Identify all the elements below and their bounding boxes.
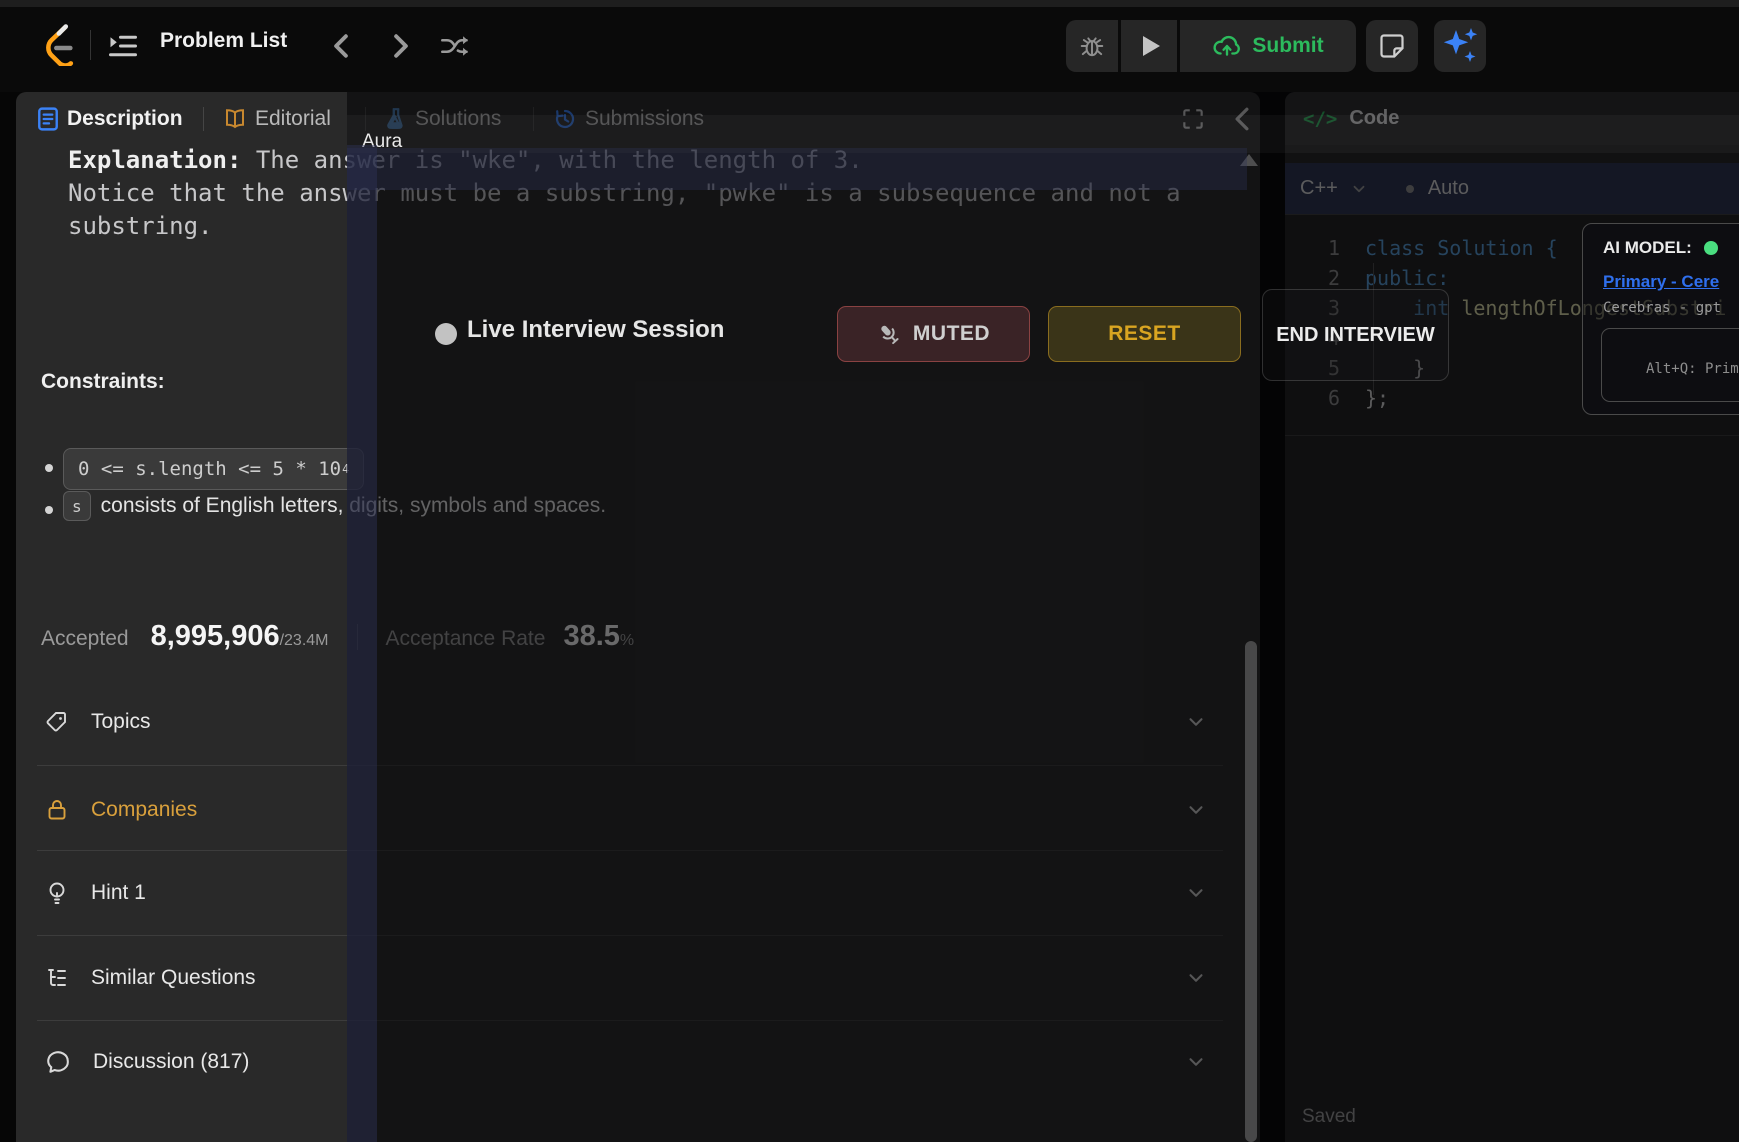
random-question-icon[interactable] xyxy=(436,27,474,65)
live-session-label: Live Interview Session xyxy=(467,316,724,344)
accordion-hint-1-label: Hint 1 xyxy=(91,881,146,905)
sparkles-icon xyxy=(1434,20,1486,72)
ai-status-dot xyxy=(1704,241,1718,255)
muted-label: MUTED xyxy=(913,322,990,346)
submit-button[interactable]: Submit xyxy=(1180,20,1356,72)
tab-editorial[interactable]: Editorial xyxy=(223,92,331,145)
bug-icon xyxy=(1079,33,1105,59)
problem-list-button[interactable]: Problem List xyxy=(160,29,287,53)
constraint1-text: 0 <= s.length <= 5 * 10 xyxy=(78,458,341,480)
sticky-note-icon xyxy=(1378,32,1406,60)
accordion-topics-label: Topics xyxy=(91,710,151,734)
tab-separator xyxy=(203,107,204,131)
editorial-book-icon xyxy=(223,108,247,130)
session-status-dot xyxy=(435,323,457,345)
speech-bubble-icon xyxy=(45,1050,71,1074)
prev-question-icon[interactable] xyxy=(322,27,360,65)
accordion-companies-label: Companies xyxy=(91,798,197,822)
debug-button[interactable] xyxy=(1066,20,1118,72)
description-icon xyxy=(37,107,59,131)
ai-hotkey-box: Alt+Q: Prim xyxy=(1601,328,1739,402)
constraint2-code-chip: s xyxy=(63,491,91,521)
ai-hotkey-text: Alt+Q: Prim xyxy=(1646,361,1739,377)
bullet-dot xyxy=(45,464,53,472)
topbar-divider xyxy=(90,30,91,60)
aura-interview-overlay: Aura Live Interview Session MUTED RESET … xyxy=(347,92,1739,1142)
accepted-label: Accepted xyxy=(41,627,129,651)
accordion-similar-questions-label: Similar Questions xyxy=(91,966,256,990)
top-navigation-bar: Problem List xyxy=(0,0,1739,92)
bullet-dot xyxy=(45,506,53,514)
submit-label: Submit xyxy=(1252,34,1323,58)
leetcode-window: Problem List xyxy=(0,0,1739,1142)
list-tree-icon xyxy=(45,966,69,990)
explanation-prefix: Explanation: xyxy=(68,146,241,174)
ai-model-header: AI MODEL: xyxy=(1603,238,1718,258)
lightbulb-icon xyxy=(45,880,69,906)
end-interview-label: END INTERVIEW xyxy=(1276,322,1435,349)
constraints-heading: Constraints: xyxy=(41,370,165,394)
tag-icon xyxy=(45,710,69,734)
overlay-highlight-strip xyxy=(347,145,377,1142)
tab-editorial-label: Editorial xyxy=(255,107,331,131)
next-question-icon[interactable] xyxy=(382,27,420,65)
play-icon xyxy=(1143,36,1160,56)
leetcode-logo-icon[interactable] xyxy=(39,22,75,66)
accepted-total: /23.4M xyxy=(280,632,329,650)
muted-button[interactable]: MUTED xyxy=(837,306,1030,362)
ai-assistant-button[interactable] xyxy=(1434,20,1486,72)
cloud-upload-icon xyxy=(1212,34,1242,58)
problem-panel-icon[interactable] xyxy=(104,27,142,65)
reset-label: RESET xyxy=(1108,322,1181,346)
run-submit-button-group: Submit xyxy=(1066,20,1356,72)
tab-description-label: Description xyxy=(67,107,183,131)
end-interview-button[interactable]: END INTERVIEW xyxy=(1262,289,1449,381)
window-top-edge xyxy=(0,0,1739,7)
notes-button[interactable] xyxy=(1366,20,1418,72)
ai-primary-link[interactable]: Primary - Cere xyxy=(1603,272,1719,292)
constraint-code-chip: 0 <= s.length <= 5 * 104 xyxy=(63,448,364,490)
accordion-discussion-label: Discussion (817) xyxy=(93,1050,249,1074)
run-button[interactable] xyxy=(1121,20,1177,72)
overlay-highlight-band xyxy=(347,148,1247,190)
accepted-value: 8,995,906 xyxy=(151,620,280,653)
microphone-icon xyxy=(872,317,906,351)
reset-button[interactable]: RESET xyxy=(1048,306,1241,362)
tab-description[interactable]: Description xyxy=(37,92,183,145)
ai-model-name: Cerebras - gpt xyxy=(1603,300,1721,316)
lock-icon xyxy=(45,798,69,822)
ai-model-panel: AI MODEL: Primary - Cere Cerebras - gpt … xyxy=(1582,223,1739,415)
ai-model-label: AI MODEL: xyxy=(1603,238,1692,258)
